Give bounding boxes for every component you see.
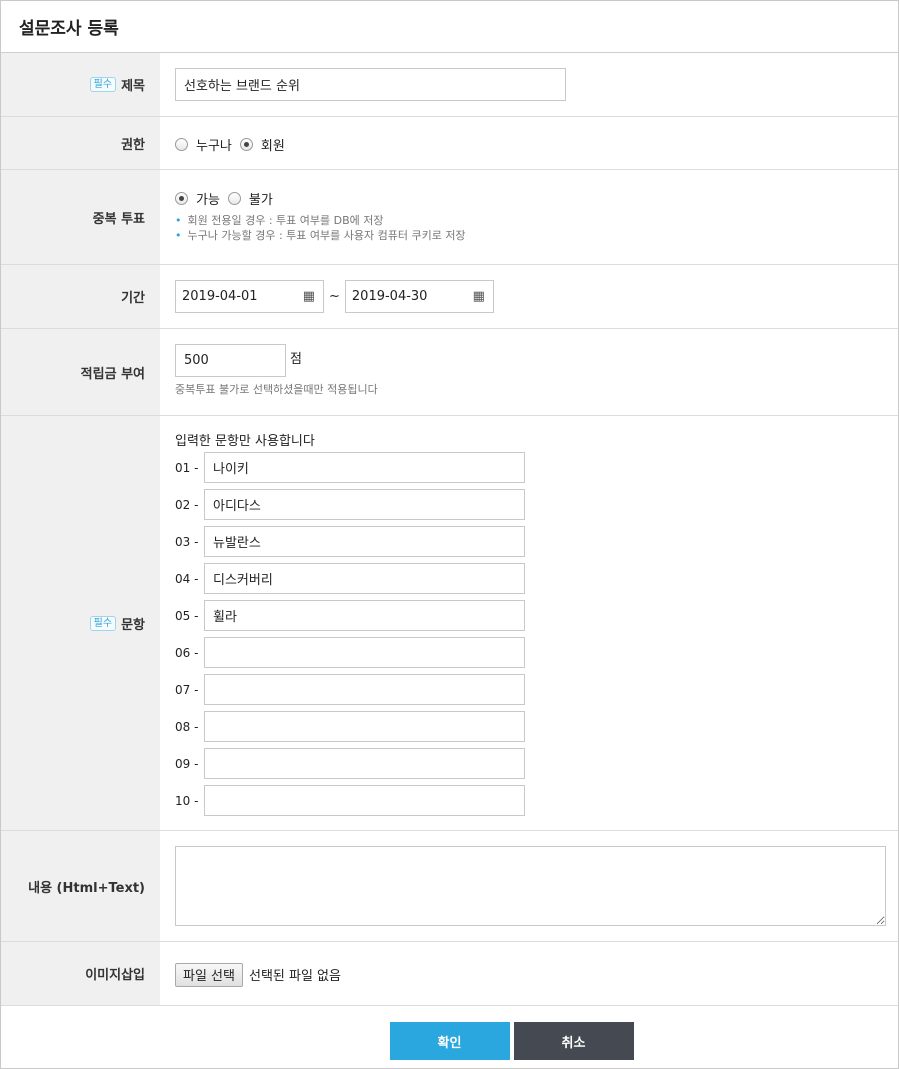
duplicate-note-1: • 회원 전용일 경우 : 투표 여부를 DB에 저장 [175,213,898,228]
title-input[interactable] [175,68,566,101]
duplicate-vote-label: 중복 투표 [1,170,160,264]
questions-cell: 입력한 문항만 사용합니다 01 - 02 - 03 - 04 - 05 - 06 - 07… [160,416,898,830]
end-date-field[interactable]: 2019-04-30 ▦ [344,280,494,313]
points-unit: 점 [290,352,302,367]
duplicate-option-deny[interactable]: 불가 [227,189,273,208]
question-number: 09 - [175,756,199,771]
question-input[interactable] [204,674,525,705]
start-date-value: 2019-04-01 [182,289,258,304]
duplicate-option-allow[interactable]: 가능 [175,189,220,208]
note-text: 회원 전용일 경우 : 투표 여부를 DB에 저장 [187,214,384,227]
question-list: 01 - 02 - 03 - 04 - 05 - 06 - 07 - 08 - 09 - 10 - [175,449,898,819]
period-cell: 2019-04-01 ▦ ~ 2019-04-30 ▦ [160,265,898,328]
file-status: 선택된 파일 없음 [248,969,341,984]
question-row: 07 - [175,671,898,708]
question-input[interactable] [204,489,525,520]
content-cell [160,831,898,941]
points-row: 적립금 부여 점 중복투표 불가로 선택하셨을때만 적용됩니다 [1,329,898,416]
questions-label-cell: 필수 문항 [1,416,160,830]
image-cell: 파일 선택 선택된 파일 없음 [160,942,898,1005]
bullet-icon: • [175,214,182,227]
radio-anyone[interactable] [175,138,188,151]
title-cell [160,53,898,116]
duplicate-option-label: 불가 [248,193,273,208]
question-row: 02 - [175,486,898,523]
points-input-wrap: 점 [175,344,898,377]
question-number: 02 - [175,497,199,512]
content-textarea[interactable] [175,846,886,926]
calendar-icon[interactable]: ▦ [473,289,485,304]
question-row: 08 - [175,708,898,745]
page-title: 설문조사 등록 [1,1,898,53]
question-input[interactable] [204,637,525,668]
confirm-button[interactable]: 확인 [389,1022,510,1060]
permission-option-label: 회원 [260,139,285,154]
start-date-field[interactable]: 2019-04-01 ▦ [175,280,324,313]
question-row: 05 - [175,597,898,634]
permission-cell: 누구나 회원 [160,117,898,169]
question-number: 04 - [175,571,199,586]
cancel-button[interactable]: 취소 [513,1022,634,1060]
duplicate-note-2: • 누구나 가능할 경우 : 투표 여부를 사용자 컴퓨터 쿠키로 저장 [175,228,898,243]
question-row: 03 - [175,523,898,560]
bullet-icon: • [175,229,182,242]
question-row: 10 - [175,782,898,819]
duplicate-vote-options: 가능 불가 [175,189,898,208]
radio-member[interactable] [239,138,253,151]
radio-allow[interactable] [175,192,188,205]
question-number: 05 - [175,608,199,623]
duplicate-vote-row: 중복 투표 가능 불가 • 회원 전용일 경우 : 투표 여부를 DB에 저장 •… [1,170,898,265]
points-note: 중복투표 불가로 선택하셨을때만 적용됩니다 [175,383,378,396]
question-row: 04 - [175,560,898,597]
points-cell: 점 중복투표 불가로 선택하셨을때만 적용됩니다 [160,329,898,415]
question-number: 07 - [175,682,199,697]
permission-option-anyone[interactable]: 누구나 [175,135,232,154]
question-input[interactable] [204,711,525,742]
question-row: 01 - [175,449,898,486]
title-row: 필수 제목 [1,53,898,117]
question-row: 09 - [175,745,898,782]
permission-row: 권한 누구나 회원 [1,117,898,170]
permission-option-label: 누구나 [196,139,232,154]
points-label: 적립금 부여 [1,329,160,415]
questions-row: 필수 문항 입력한 문항만 사용합니다 01 - 02 - 03 - 04 - 05 -… [1,416,898,831]
duplicate-option-label: 가능 [196,193,220,208]
question-input[interactable] [204,748,525,779]
file-select-button[interactable]: 파일 선택 [175,962,243,987]
end-date-value: 2019-04-30 [351,289,428,304]
permission-label: 권한 [1,117,160,169]
duplicate-vote-cell: 가능 불가 • 회원 전용일 경우 : 투표 여부를 DB에 저장 • 누구나 가능… [160,170,898,264]
question-number: 01 - [175,460,199,475]
image-label: 이미지삽입 [1,942,160,1005]
date-separator: ~ [329,289,340,304]
question-number: 06 - [175,645,199,660]
questions-label: 문항 [121,617,145,633]
content-label: 내용 (Html+Text) [1,831,160,941]
radio-deny[interactable] [227,192,241,205]
period-label: 기간 [1,265,160,328]
questions-hint: 입력한 문항만 사용합니다 [175,434,315,449]
question-input[interactable] [204,785,525,816]
required-badge: 필수 [89,615,117,631]
question-input[interactable] [204,452,525,483]
title-label: 제목 [121,79,145,94]
calendar-icon[interactable]: ▦ [303,289,315,304]
action-bar: 확인 취소 [1,1006,898,1060]
question-number: 08 - [175,719,199,734]
question-number: 10 - [175,793,199,808]
question-input[interactable] [204,526,525,557]
permission-option-member[interactable]: 회원 [239,135,285,154]
question-number: 03 - [175,534,199,549]
required-badge: 필수 [89,77,117,92]
question-input[interactable] [204,600,525,631]
survey-register-panel: 설문조사 등록 필수 제목 권한 누구나 회원 중복 투표 [0,0,899,1069]
question-input[interactable] [204,563,525,594]
content-row: 내용 (Html+Text) [1,831,898,942]
note-text: 누구나 가능할 경우 : 투표 여부를 사용자 컴퓨터 쿠키로 저장 [187,229,466,242]
title-label-cell: 필수 제목 [1,53,160,116]
question-row: 06 - [175,634,898,671]
period-row: 기간 2019-04-01 ▦ ~ 2019-04-30 ▦ [1,265,898,329]
image-row: 이미지삽입 파일 선택 선택된 파일 없음 [1,942,898,1006]
points-input[interactable] [175,344,286,377]
